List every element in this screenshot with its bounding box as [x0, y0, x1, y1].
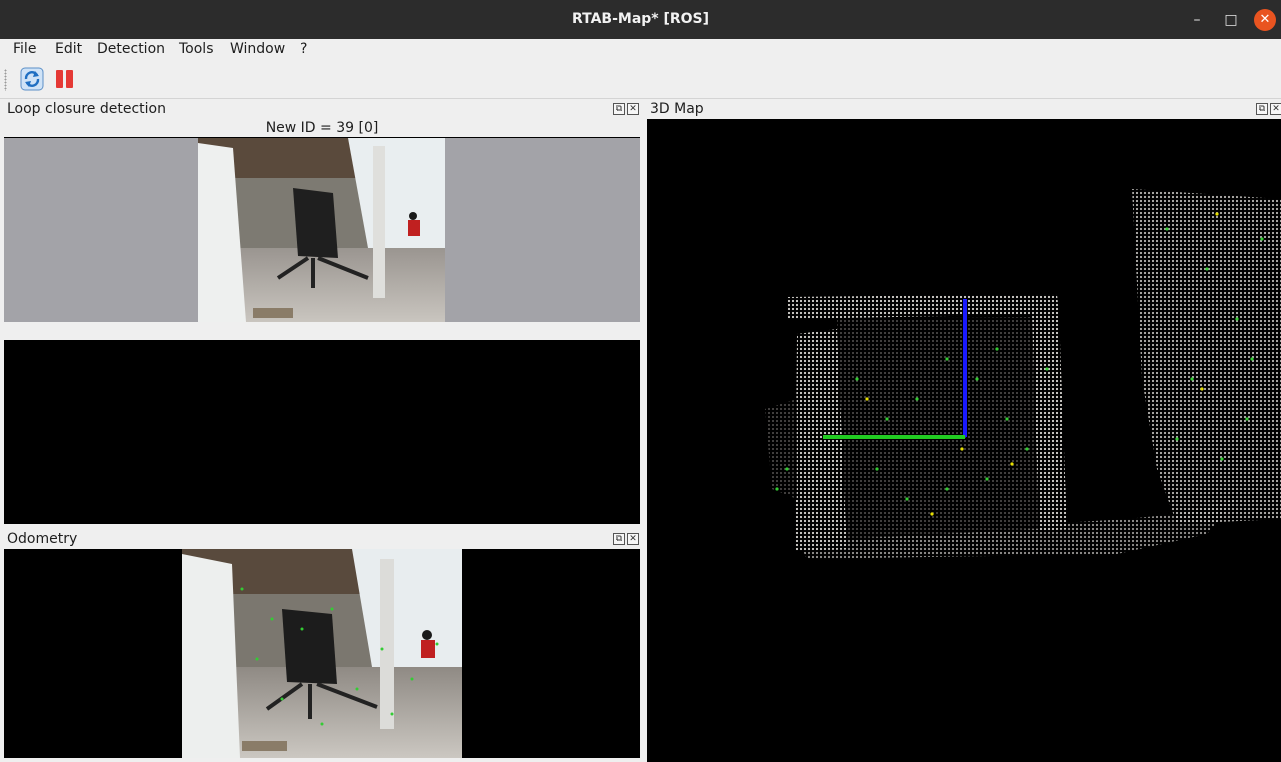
- window-titlebar: RTAB-Map* [ROS] – □ ✕: [0, 0, 1281, 40]
- loop-closure-dock-buttons: ⧉ ✕: [613, 103, 641, 115]
- menu-help[interactable]: ?: [300, 41, 307, 57]
- minimize-icon[interactable]: –: [1186, 9, 1208, 31]
- maximize-icon[interactable]: □: [1220, 9, 1242, 31]
- menu-window[interactable]: Window: [230, 41, 285, 57]
- loop-closure-dock-title: Loop closure detection: [7, 101, 166, 117]
- loop-closure-image-view[interactable]: [4, 138, 640, 322]
- close-dock-icon[interactable]: ✕: [627, 103, 639, 115]
- float-icon[interactable]: ⧉: [613, 103, 625, 115]
- odometry-view[interactable]: [4, 549, 640, 758]
- map3d-view[interactable]: [647, 119, 1281, 762]
- window-title: RTAB-Map* [ROS]: [571, 11, 710, 27]
- odometry-dock-title: Odometry: [7, 531, 78, 547]
- refresh-icon[interactable]: [20, 67, 44, 91]
- new-id-label: New ID = 39 [0]: [265, 120, 379, 136]
- map3d-dock-title: 3D Map: [650, 101, 704, 117]
- menu-tools[interactable]: Tools: [179, 41, 214, 57]
- menu-bar: File Edit Detection Tools Window ?: [0, 39, 1281, 61]
- pause-icon[interactable]: [53, 67, 77, 91]
- close-dock-icon[interactable]: ✕: [1270, 103, 1281, 115]
- odometry-dock-buttons: ⧉ ✕: [613, 533, 641, 545]
- toolbar: [0, 61, 1281, 99]
- close-dock-icon[interactable]: ✕: [627, 533, 639, 545]
- float-icon[interactable]: ⧉: [1256, 103, 1268, 115]
- menu-edit[interactable]: Edit: [55, 41, 82, 57]
- menu-file[interactable]: File: [13, 41, 36, 57]
- map3d-dock-buttons: ⧉ ✕: [1256, 103, 1281, 115]
- menu-detection[interactable]: Detection: [97, 41, 165, 57]
- toolbar-grip[interactable]: [4, 69, 7, 91]
- loop-closure-match-view[interactable]: [4, 340, 640, 524]
- close-icon[interactable]: ✕: [1254, 9, 1276, 31]
- float-icon[interactable]: ⧉: [613, 533, 625, 545]
